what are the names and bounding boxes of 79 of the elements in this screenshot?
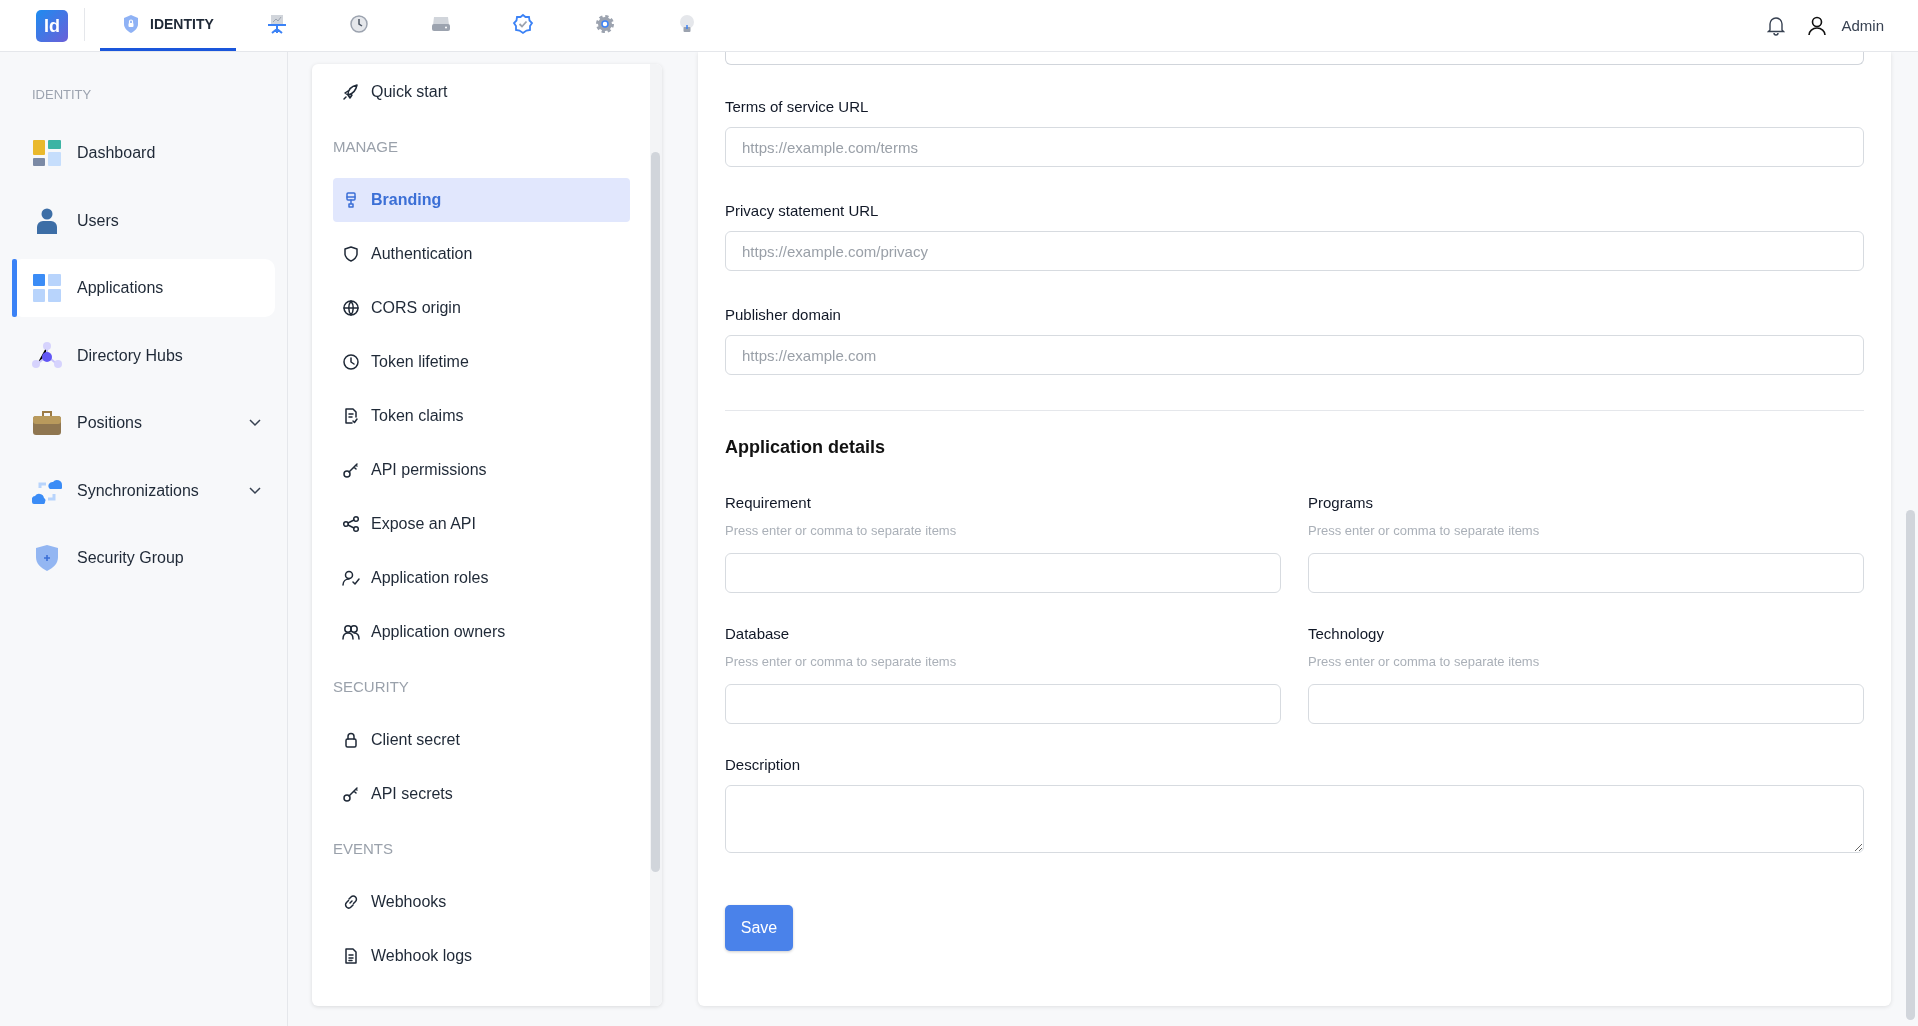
padlock-icon (342, 731, 360, 749)
save-button[interactable]: Save (725, 905, 793, 951)
menu-section-title: MANAGE (333, 136, 399, 157)
key-icon (342, 785, 360, 803)
sidebar-item[interactable]: Directory Hubs (12, 326, 275, 385)
apps-grid-icon (33, 274, 61, 302)
document-icon (342, 947, 360, 965)
input-field[interactable] (725, 684, 1281, 724)
input-field[interactable]: https://example.com (725, 335, 1864, 375)
history-clock-icon[interactable] (347, 13, 370, 35)
user-name[interactable]: Admin (1841, 17, 1884, 34)
shield-icon (342, 245, 360, 263)
field-label: Technology (1308, 625, 1385, 643)
menu-item[interactable]: Webhooks (333, 880, 630, 924)
presentation-board-icon[interactable] (265, 13, 288, 35)
globe-icon (342, 299, 360, 317)
clock-icon (342, 353, 360, 371)
menu-item[interactable]: Branding (333, 178, 630, 222)
input-field[interactable] (725, 52, 1864, 65)
menu-section-title: EVENTS (333, 838, 394, 859)
field-label: Description (725, 756, 802, 774)
chevron-down-icon[interactable] (249, 486, 261, 495)
scrollbar-thumb[interactable] (651, 152, 660, 872)
menu-item[interactable]: Authentication (333, 232, 630, 276)
menu-item[interactable]: Expose an API (333, 502, 630, 546)
verified-badge-icon[interactable] (511, 13, 534, 35)
textarea-field[interactable] (725, 785, 1864, 853)
field-label: Publisher domain (725, 306, 842, 324)
field-label: Programs (1308, 494, 1375, 512)
hub-nodes-icon (32, 341, 62, 370)
input-field[interactable] (1308, 684, 1864, 724)
sidebar-item[interactable]: Positions (12, 394, 275, 452)
chevron-down-icon[interactable] (249, 419, 261, 427)
user-icon[interactable] (1807, 15, 1828, 36)
sidebar-item[interactable]: Security Group (12, 529, 275, 587)
menu-item[interactable]: Quick start (333, 70, 630, 114)
sidebar-item[interactable]: Synchronizations (12, 461, 275, 520)
input-field[interactable] (725, 553, 1281, 593)
section-title: IDENTITY (32, 87, 93, 102)
input-field[interactable] (1308, 553, 1864, 593)
menu-item[interactable]: Webhook logs (333, 934, 630, 978)
share-nodes-icon (342, 515, 360, 533)
notification-bell-icon[interactable] (1767, 15, 1786, 36)
field-label: Terms of service URL (725, 98, 870, 116)
menu-section-title: SECURITY (333, 676, 410, 697)
key-icon (342, 461, 360, 479)
users-icon (342, 623, 360, 641)
user-check-icon (342, 569, 360, 587)
menu-item[interactable]: Application roles (333, 556, 630, 600)
field-hint: Press enter or comma to separate items (1308, 523, 1541, 538)
menu-item[interactable]: API secrets (333, 772, 630, 816)
field-hint: Press enter or comma to separate items (1308, 654, 1541, 669)
sidebar-item[interactable]: Dashboard (12, 124, 275, 182)
field-hint: Press enter or comma to separate items (725, 654, 958, 669)
menu-item[interactable]: CORS origin (333, 286, 630, 330)
app-logo[interactable]: Id (36, 10, 68, 42)
menu-item[interactable]: API permissions (333, 448, 630, 492)
menu-item[interactable]: Client secret (333, 718, 630, 762)
shield-plus-icon (35, 544, 59, 572)
scrollbar-thumb[interactable] (1906, 510, 1915, 1020)
sidebar-item[interactable]: Users (12, 191, 275, 250)
input-field[interactable]: https://example.com/terms (725, 127, 1864, 167)
field-label: Requirement (725, 494, 812, 512)
field-label: Privacy statement URL (725, 202, 880, 220)
shield-lock-icon (122, 14, 140, 34)
document-check-icon (342, 407, 360, 425)
section-heading: Application details (725, 437, 887, 458)
field-hint: Press enter or comma to separate items (725, 523, 958, 538)
sidebar-item[interactable]: Applications (12, 259, 275, 317)
dashboard-icon (33, 139, 61, 167)
menu-item[interactable]: Application owners (333, 610, 630, 654)
input-field[interactable]: https://example.com/privacy (725, 231, 1864, 271)
link-icon (342, 893, 360, 911)
briefcase-icon (33, 409, 61, 437)
menu-item[interactable]: Token claims (333, 394, 630, 438)
menu-item[interactable]: Token lifetime (333, 340, 630, 384)
field-label: Database (725, 625, 791, 643)
rocket-icon (342, 83, 360, 101)
settings-icon[interactable] (593, 13, 616, 35)
